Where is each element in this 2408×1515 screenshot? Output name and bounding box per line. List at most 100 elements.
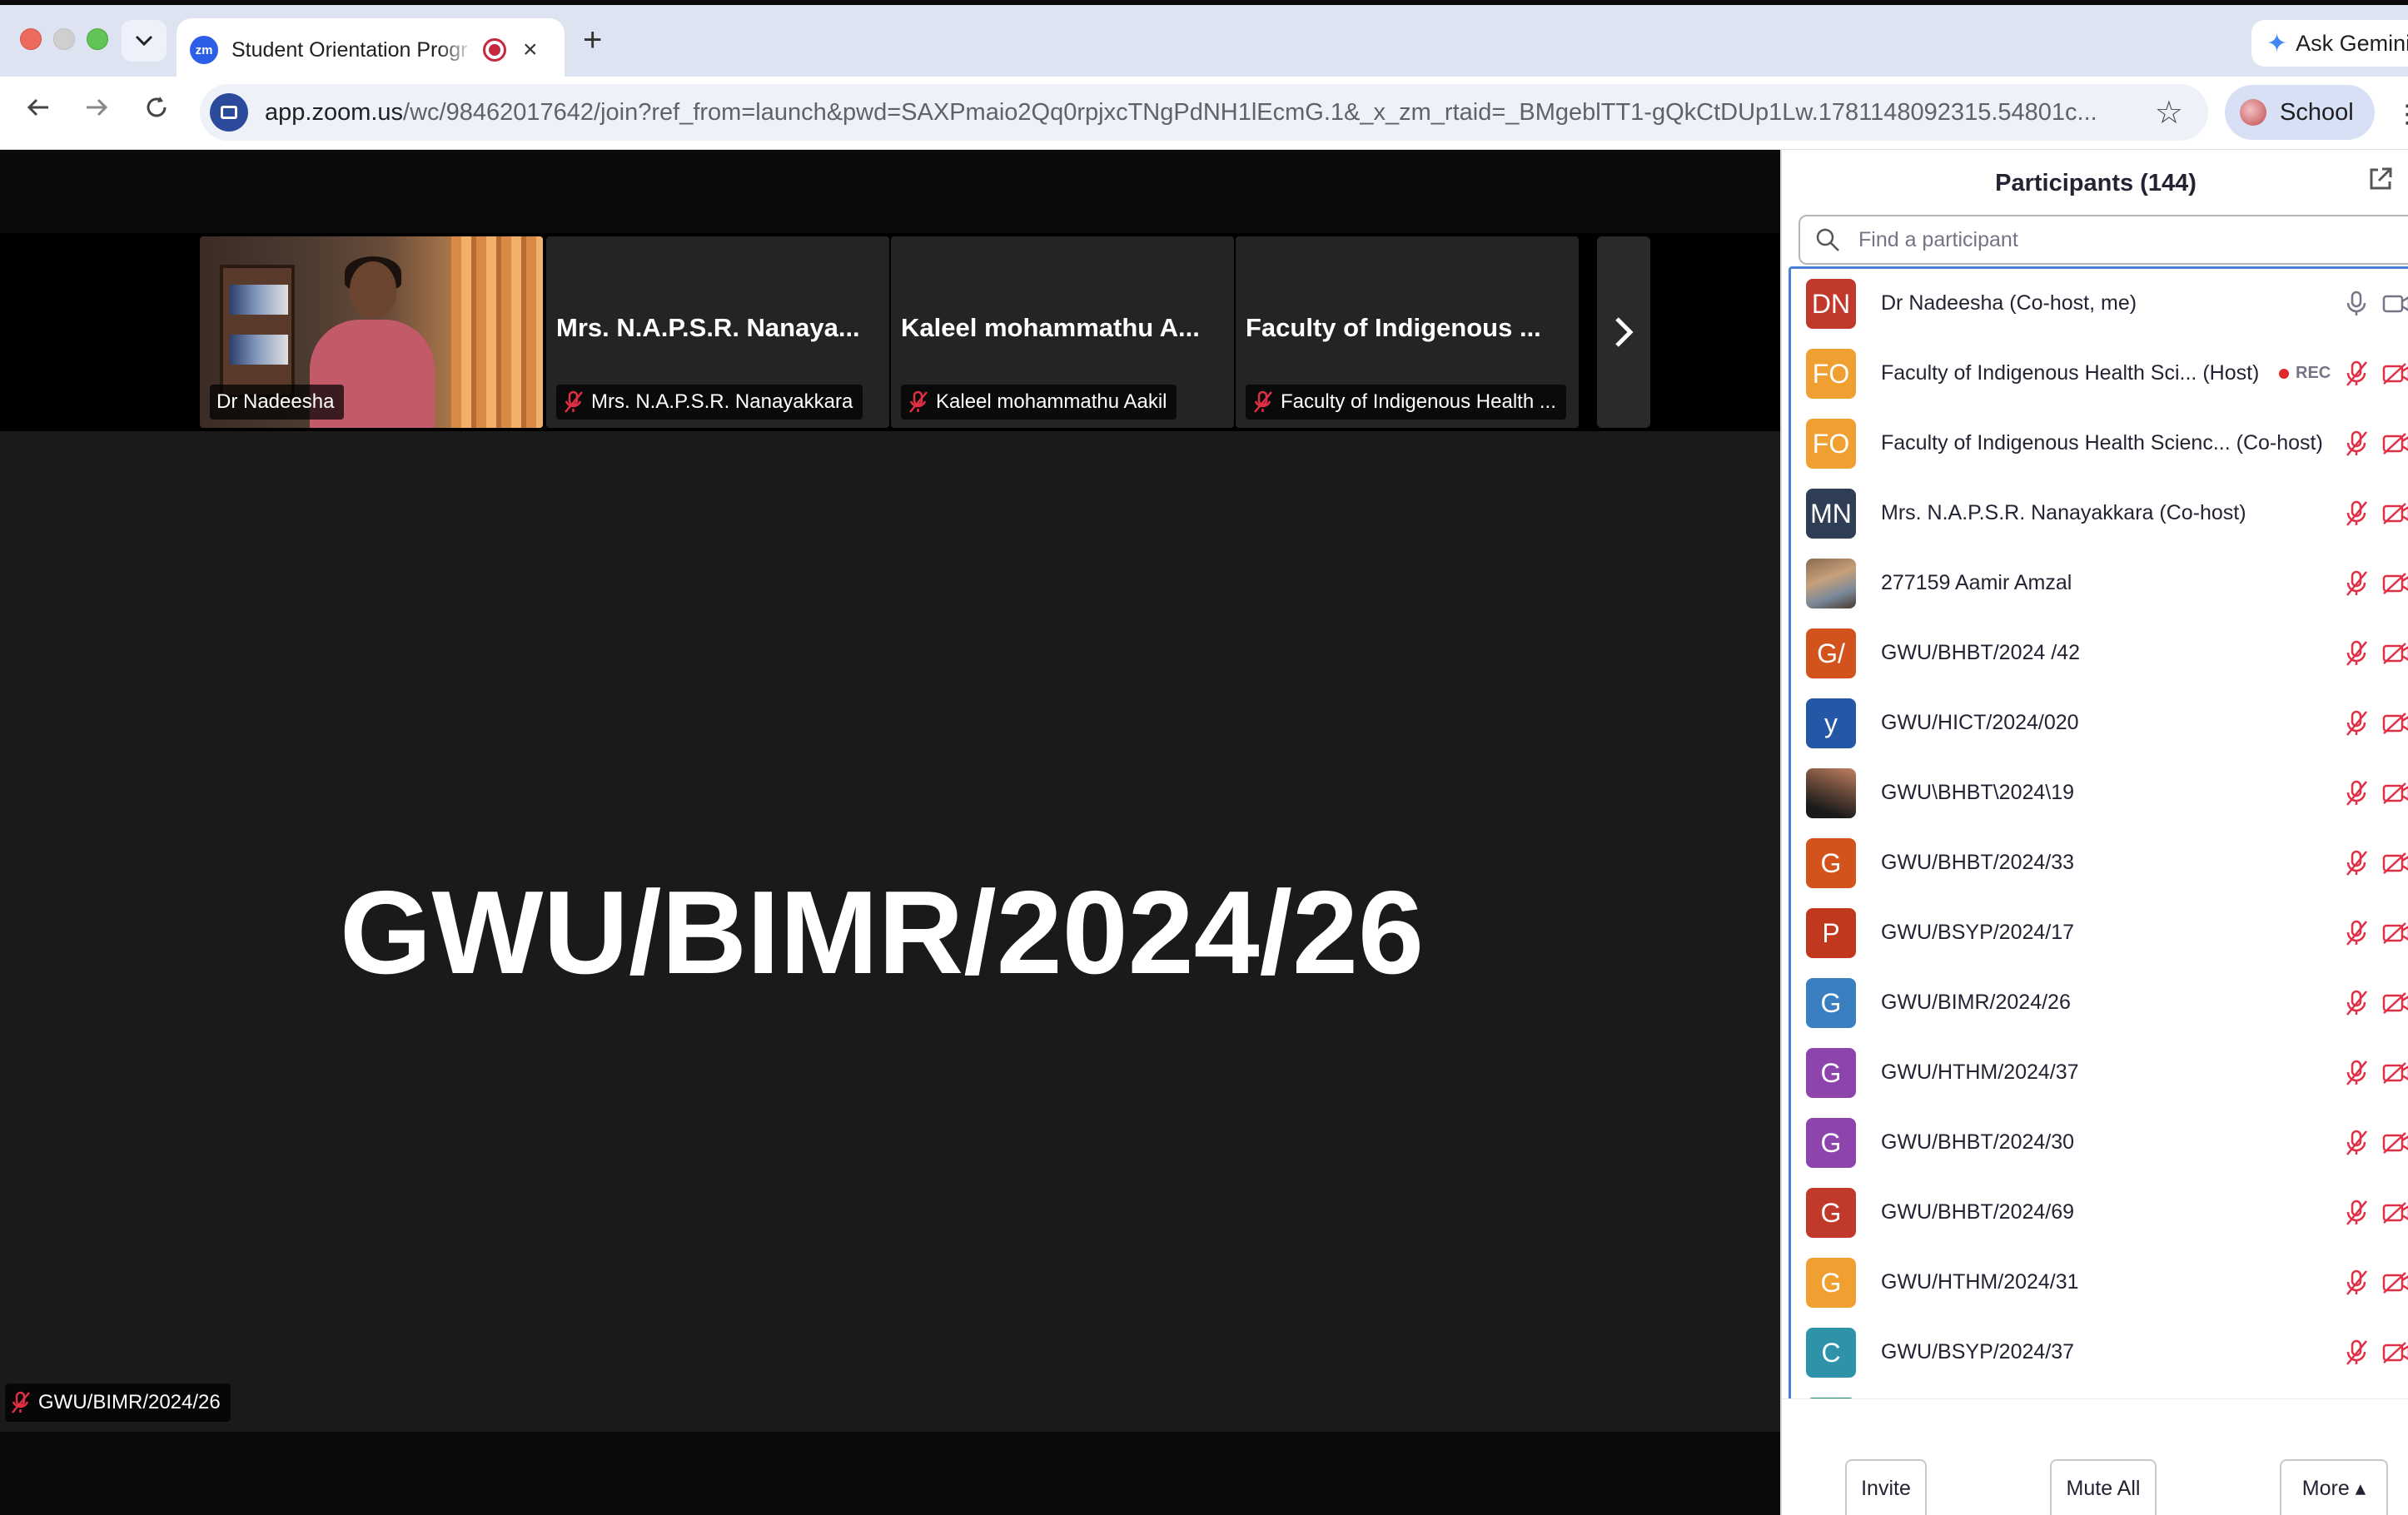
participant-row[interactable]: G GWU/BHBT/2024/69: [1791, 1178, 2408, 1248]
participant-row[interactable]: FO Faculty of Indigenous Health Scienc...…: [1791, 409, 2408, 479]
video-tile-faculty[interactable]: Faculty of Indigenous ... Faculty of Ind…: [1236, 236, 1579, 428]
camera-off-icon[interactable]: [2382, 921, 2408, 945]
window-minimize-button[interactable]: [53, 28, 75, 50]
site-info-icon[interactable]: [210, 93, 248, 132]
camera-off-icon[interactable]: [2382, 572, 2408, 595]
ask-gemini-button[interactable]: ✦ Ask Gemini: [2251, 20, 2408, 67]
camera-off-icon[interactable]: [2382, 1341, 2408, 1364]
participant-row[interactable]: GWU\BHBT\2024\19: [1791, 758, 2408, 828]
participant-row[interactable]: G GWU/BIMR/2024/26: [1791, 968, 2408, 1038]
video-tile-kaleel[interactable]: Kaleel mohammathu A... Kaleel mohammathu…: [891, 236, 1234, 428]
mic-muted-icon[interactable]: [2344, 430, 2369, 457]
mic-muted-icon[interactable]: [2344, 1200, 2369, 1226]
participant-row[interactable]: P GWU/BSYP/2024/17: [1791, 898, 2408, 968]
camera-off-icon[interactable]: [2382, 1131, 2408, 1155]
participant-name: GWU/BSYP/2024/37: [1881, 1340, 2075, 1364]
tile-name-label: Mrs. N.A.P.S.R. Nanayakkara: [556, 385, 863, 420]
participant-list[interactable]: DN Dr Nadeesha (Co-host, me) FO Faculty of …: [1789, 266, 2408, 1515]
kebab-menu-icon[interactable]: ⋮: [2395, 100, 2408, 129]
participant-row[interactable]: 277159 Aamir Amzal: [1791, 549, 2408, 618]
tile-name-label: Kaleel mohammathu Aakil: [901, 385, 1177, 420]
new-tab-button[interactable]: +: [583, 22, 602, 59]
participants-title: Participants (144): [1995, 169, 2197, 196]
reload-icon[interactable]: [143, 93, 170, 128]
back-arrow-icon[interactable]: [25, 93, 52, 128]
app-root: zm Student Orientation Progr × + ✦ Ask G…: [0, 0, 2408, 1515]
tile-big-name: Mrs. N.A.P.S.R. Nanaya...: [556, 313, 860, 342]
mic-muted-icon[interactable]: [2344, 1269, 2369, 1296]
video-tile-dr-nadeesha[interactable]: Dr Nadeesha: [200, 236, 543, 428]
participant-row[interactable]: G GWU/BHBT/2024/30: [1791, 1108, 2408, 1178]
camera-off-icon[interactable]: [2382, 1201, 2408, 1224]
url-path: /wc/98462017642/join?ref_from=launch&pwd…: [403, 98, 2097, 126]
camera-off-icon[interactable]: [2382, 852, 2408, 875]
participant-search-box[interactable]: [1799, 215, 2408, 265]
participant-avatar: DN: [1806, 279, 1856, 329]
browser-tab-active[interactable]: zm Student Orientation Progr ×: [177, 18, 565, 82]
url-host: app.zoom.us: [265, 98, 404, 126]
forward-arrow-icon[interactable]: [83, 93, 110, 128]
mic-muted-icon[interactable]: [2344, 920, 2369, 946]
active-speaker-name-text: GWU/BIMR/2024/26: [339, 867, 1425, 999]
mic-muted-icon[interactable]: [2344, 360, 2369, 387]
camera-on-icon[interactable]: [2382, 292, 2408, 315]
camera-off-icon[interactable]: [2382, 502, 2408, 525]
address-bar[interactable]: app.zoom.us/wc/98462017642/join?ref_from…: [200, 84, 2208, 141]
participant-avatar-photo: [1806, 559, 1856, 608]
camera-off-icon[interactable]: [2382, 991, 2408, 1015]
more-button[interactable]: More ▴: [2280, 1459, 2388, 1515]
participant-row[interactable]: G GWU/BHBT/2024/33: [1791, 828, 2408, 898]
camera-off-icon[interactable]: [2382, 782, 2408, 805]
participant-row[interactable]: y GWU/HICT/2024/020: [1791, 688, 2408, 758]
profile-label: School: [2280, 98, 2354, 126]
profile-button[interactable]: School: [2225, 85, 2375, 140]
participant-name: GWU/BSYP/2024/17: [1881, 921, 2075, 944]
mic-muted-icon[interactable]: [2344, 780, 2369, 807]
participant-row[interactable]: G/GWU/BHBT/2024 /42: [1791, 618, 2408, 688]
tile-label-text: Mrs. N.A.P.S.R. Nanayakkara: [591, 390, 853, 413]
participant-avatar: G: [1806, 1048, 1856, 1098]
camera-off-icon[interactable]: [2382, 1061, 2408, 1085]
tab-close-icon[interactable]: ×: [523, 36, 538, 64]
participant-row[interactable]: C GWU/BSYP/2024/37: [1791, 1318, 2408, 1388]
camera-off-icon[interactable]: [2382, 642, 2408, 665]
mic-muted-icon[interactable]: [2344, 570, 2369, 597]
invite-button[interactable]: Invite: [1845, 1459, 1927, 1515]
window-zoom-button[interactable]: [87, 28, 108, 50]
rec-dot-icon: [2279, 368, 2289, 379]
tab-search-icon[interactable]: [122, 20, 167, 62]
mic-muted-icon[interactable]: [2344, 1060, 2369, 1086]
mic-muted-icon: [563, 390, 585, 414]
mic-muted-icon[interactable]: [2344, 710, 2369, 737]
camera-off-icon[interactable]: [2382, 1271, 2408, 1294]
tile-label-text: Kaleel mohammathu Aakil: [936, 390, 1167, 413]
participant-name: 277159 Aamir Amzal: [1881, 571, 2072, 594]
camera-off-icon[interactable]: [2382, 362, 2408, 385]
mic-on-icon[interactable]: [2344, 291, 2369, 317]
bookmark-star-icon[interactable]: ☆: [2155, 94, 2183, 132]
participant-search-input[interactable]: [1858, 227, 2358, 252]
popout-icon[interactable]: [2366, 165, 2395, 193]
zoom-favicon-icon: zm: [190, 36, 218, 64]
gallery-next-button[interactable]: [1597, 236, 1650, 428]
mic-muted-icon[interactable]: [2344, 990, 2369, 1016]
participant-name: GWU/BHBT/2024/69: [1881, 1200, 2075, 1224]
participant-row[interactable]: G GWU/HTHM/2024/31: [1791, 1248, 2408, 1318]
mic-muted-icon[interactable]: [2344, 500, 2369, 527]
participant-row[interactable]: G GWU/HTHM/2024/37: [1791, 1038, 2408, 1108]
mic-muted-icon[interactable]: [2344, 1130, 2369, 1156]
participant-row[interactable]: FO Faculty of Indigenous Health Sci... (H…: [1791, 339, 2408, 409]
tab-title: Student Orientation Progr: [231, 37, 468, 62]
mic-muted-icon[interactable]: [2344, 640, 2369, 667]
participant-row[interactable]: DN Dr Nadeesha (Co-host, me): [1791, 269, 2408, 339]
mic-muted-icon[interactable]: [2344, 850, 2369, 877]
video-tile-nanayakkara[interactable]: Mrs. N.A.P.S.R. Nanaya... Mrs. N.A.P.S.R…: [546, 236, 889, 428]
mic-muted-icon[interactable]: [2344, 1339, 2369, 1366]
camera-off-icon[interactable]: [2382, 712, 2408, 735]
window-close-button[interactable]: [20, 28, 42, 50]
mute-all-button[interactable]: Mute All: [2050, 1459, 2157, 1515]
url-text[interactable]: app.zoom.us/wc/98462017642/join?ref_from…: [265, 99, 2163, 127]
camera-off-icon[interactable]: [2382, 432, 2408, 455]
participant-name: Dr Nadeesha (Co-host, me): [1881, 291, 2137, 315]
participant-row[interactable]: MN Mrs. N.A.P.S.R. Nanayakkara (Co-host): [1791, 479, 2408, 549]
